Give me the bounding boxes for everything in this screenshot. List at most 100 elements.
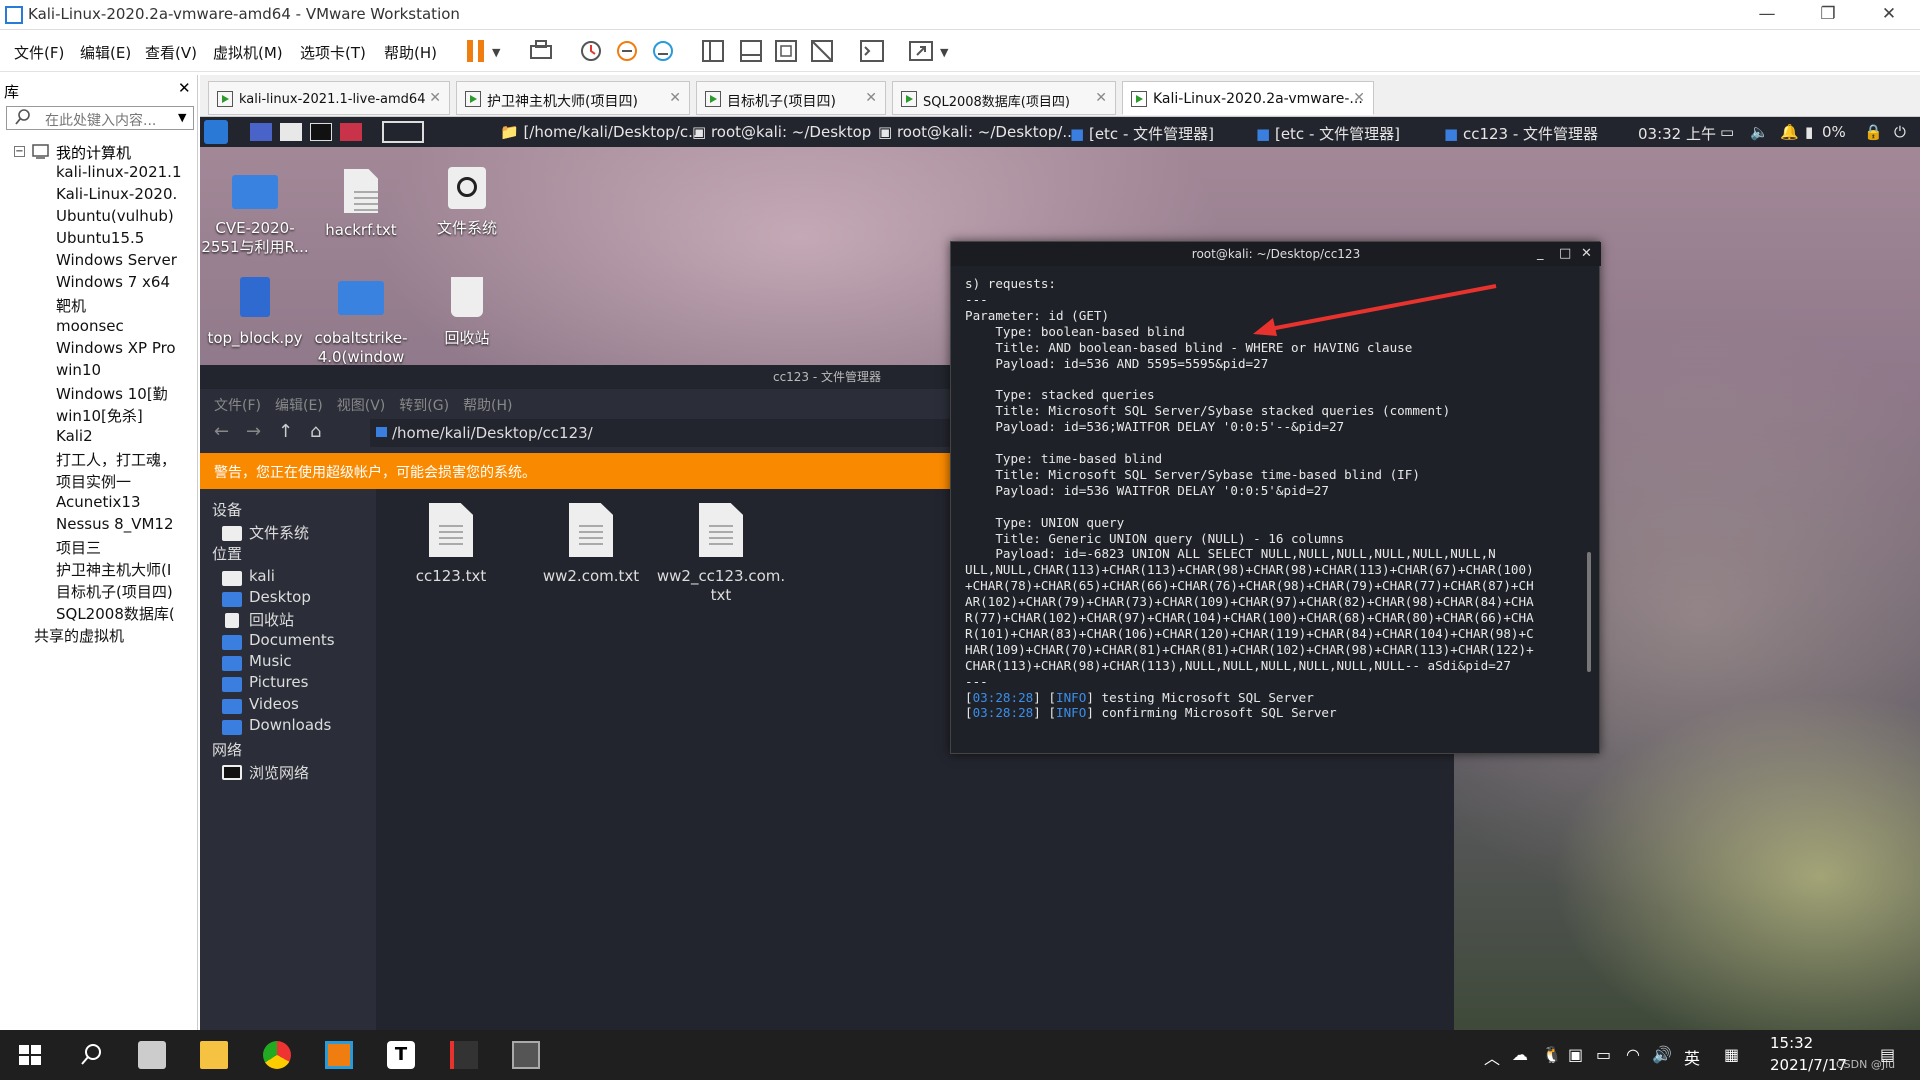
- snipping-tool-icon[interactable]: [512, 1041, 540, 1069]
- tab-vm[interactable]: SQL2008数据库(项目四) ✕: [892, 81, 1116, 115]
- sidebar-item-desktop[interactable]: Desktop: [249, 588, 311, 606]
- kali-menu-icon[interactable]: [204, 120, 228, 144]
- tree-vm-item[interactable]: 靶机: [56, 295, 196, 316]
- volume-icon[interactable]: 🔊: [1652, 1045, 1672, 1064]
- chrome-icon[interactable]: [263, 1041, 291, 1069]
- terminal-window[interactable]: root@kali: ~/Desktop/cc123 _ □ ✕ s) requ…: [950, 241, 1601, 754]
- tree-vm-item[interactable]: SQL2008数据库(: [56, 603, 196, 624]
- tab-vm[interactable]: kali-linux-2021.1-live-amd64 ✕: [208, 81, 450, 115]
- typora-icon[interactable]: T: [387, 1041, 415, 1069]
- fullscreen-icon[interactable]: [773, 38, 799, 64]
- tab-vm-active[interactable]: Kali-Linux-2020.2a-vmware-... ✕: [1122, 81, 1374, 115]
- tree-vm-item[interactable]: Ubuntu(vulhub): [56, 207, 196, 225]
- library-close-icon[interactable]: ✕: [178, 79, 191, 97]
- file-manager-launcher-icon[interactable]: [280, 123, 302, 141]
- panel-clock[interactable]: 03:32 上午: [1638, 123, 1716, 144]
- sidebar-item-music[interactable]: Music: [249, 652, 292, 670]
- tree-vm-item[interactable]: 目标机子(项目四): [56, 581, 196, 602]
- tab-close-icon[interactable]: ✕: [1095, 90, 1107, 106]
- tree-vm-item[interactable]: kali-linux-2021.1: [56, 163, 196, 181]
- browser-launcher-icon[interactable]: [340, 123, 362, 141]
- file-item[interactable]: ww2.com.txt: [516, 503, 666, 586]
- sidebar-item-filesystem[interactable]: 文件系统: [249, 522, 309, 543]
- tree-vm-item[interactable]: 项目实例一: [56, 471, 196, 492]
- wifi-icon[interactable]: ◠: [1626, 1045, 1640, 1064]
- stretch-dropdown-icon[interactable]: ▼: [940, 46, 948, 59]
- tab-close-icon[interactable]: ✕: [669, 90, 681, 106]
- display-icon[interactable]: ▭: [1720, 123, 1734, 141]
- sidebar-item-downloads[interactable]: Downloads: [249, 716, 331, 734]
- close-button[interactable]: ✕: [1866, 3, 1912, 27]
- battery-icon[interactable]: ▭: [1596, 1045, 1611, 1064]
- sidebar-item-videos[interactable]: Videos: [249, 695, 299, 713]
- tray-chevron-icon[interactable]: ︿: [1484, 1045, 1500, 1069]
- tab-close-icon[interactable]: ✕: [429, 90, 441, 106]
- tree-root-my-computer[interactable]: 我的计算机: [56, 142, 131, 163]
- tab-vm[interactable]: 护卫神主机大师(项目四) ✕: [456, 81, 690, 115]
- desktop-icon-file[interactable]: hackrf.txt: [306, 167, 416, 240]
- show-desktop-icon[interactable]: [250, 123, 272, 141]
- panel-task[interactable]: ■ [etc - 文件管理器]: [1070, 123, 1214, 144]
- tree-shared-vms[interactable]: 共享的虚拟机: [34, 625, 174, 646]
- desktop-icon-folder[interactable]: cobaltstrike-4.0(window: [306, 277, 416, 366]
- tab-close-icon[interactable]: ✕: [865, 90, 877, 106]
- minimize-button[interactable]: —: [1744, 3, 1790, 27]
- file-explorer-icon[interactable]: [200, 1041, 228, 1069]
- tree-vm-item[interactable]: 护卫神主机大师(I: [56, 559, 196, 580]
- burp-icon[interactable]: [450, 1041, 478, 1069]
- volume-icon[interactable]: 🔈: [1750, 123, 1769, 141]
- taskbar-clock[interactable]: 15:32: [1770, 1034, 1813, 1052]
- sidebar-item-documents[interactable]: Documents: [249, 631, 335, 649]
- lock-icon[interactable]: 🔒: [1864, 123, 1883, 141]
- tree-vm-item[interactable]: win10[免杀]: [56, 405, 196, 426]
- power-icon[interactable]: ⏻: [1894, 123, 1906, 141]
- menu-view[interactable]: 查看(V): [145, 42, 197, 63]
- revert-snapshot-icon[interactable]: [614, 38, 640, 64]
- pause-dropdown-icon[interactable]: ▼: [492, 46, 500, 59]
- tree-vm-item[interactable]: Kali-Linux-2020.: [56, 185, 196, 203]
- terminal-maximize-button[interactable]: □: [1559, 246, 1571, 261]
- sidebar-item-pictures[interactable]: Pictures: [249, 673, 308, 691]
- workspace-switcher[interactable]: [382, 121, 424, 143]
- sidebar-item-browse-network[interactable]: 浏览网络: [249, 762, 309, 783]
- tree-vm-item[interactable]: 打工人，打工魂，: [56, 449, 196, 470]
- fm-menu-view[interactable]: 视图(V): [337, 398, 386, 414]
- menu-vm[interactable]: 虚拟机(M): [213, 42, 283, 63]
- forward-icon[interactable]: →: [246, 421, 261, 442]
- unity-icon[interactable]: [809, 38, 835, 64]
- tree-vm-item[interactable]: win10: [56, 361, 196, 379]
- notification-icon[interactable]: 🔔: [1780, 123, 1799, 141]
- tree-vm-item[interactable]: Kali2: [56, 427, 196, 445]
- tree-vm-item[interactable]: Windows XP Pro: [56, 339, 196, 357]
- panel-task[interactable]: ▣ root@kali: ~/Desktop/...: [878, 123, 1077, 141]
- tab-close-icon[interactable]: ✕: [1353, 90, 1365, 106]
- file-item[interactable]: ww2_cc123.com.txt: [656, 503, 786, 605]
- fm-menu-edit[interactable]: 编辑(E): [275, 398, 323, 414]
- search-dropdown-icon[interactable]: ▼: [178, 111, 186, 124]
- snapshot-manager-icon[interactable]: [650, 38, 676, 64]
- onedrive-icon[interactable]: ☁: [1512, 1045, 1528, 1064]
- menu-tabs[interactable]: 选项卡(T): [300, 42, 366, 63]
- panel-task[interactable]: ▣ root@kali: ~/Desktop: [692, 123, 871, 141]
- tree-vm-item[interactable]: Windows 10[勤: [56, 383, 196, 404]
- tree-vm-item[interactable]: Acunetix13: [56, 493, 196, 511]
- menu-edit[interactable]: 编辑(E): [80, 42, 131, 63]
- tree-vm-item[interactable]: Windows Server: [56, 251, 196, 269]
- panel-task-active[interactable]: ■ cc123 - 文件管理器: [1444, 123, 1598, 144]
- guest-display[interactable]: 📁 [/home/kali/Desktop/c... ▣ root@kali: …: [200, 117, 1920, 1030]
- up-icon[interactable]: ↑: [278, 421, 293, 442]
- thumbnail-view-icon[interactable]: [738, 38, 764, 64]
- terminal-scrollbar[interactable]: [1587, 552, 1591, 672]
- notification-center-icon[interactable]: ▤: [1880, 1045, 1895, 1064]
- tree-vm-item[interactable]: Windows 7 x64: [56, 273, 196, 291]
- terminal-close-button[interactable]: ✕: [1581, 246, 1592, 261]
- vmware-icon[interactable]: [325, 1041, 353, 1069]
- qq-icon[interactable]: 🐧: [1542, 1045, 1562, 1064]
- restore-button[interactable]: ❐: [1805, 3, 1851, 27]
- sidebar-item-trash[interactable]: 回收站: [249, 609, 294, 630]
- location-bar[interactable]: /home/kali/Desktop/cc123/: [370, 419, 990, 447]
- desktop-icon-filesystem[interactable]: 文件系统: [412, 167, 522, 238]
- ime-mode-icon[interactable]: ▦: [1724, 1045, 1739, 1064]
- library-view-icon[interactable]: [700, 38, 726, 64]
- fm-menu-help[interactable]: 帮助(H): [463, 398, 512, 414]
